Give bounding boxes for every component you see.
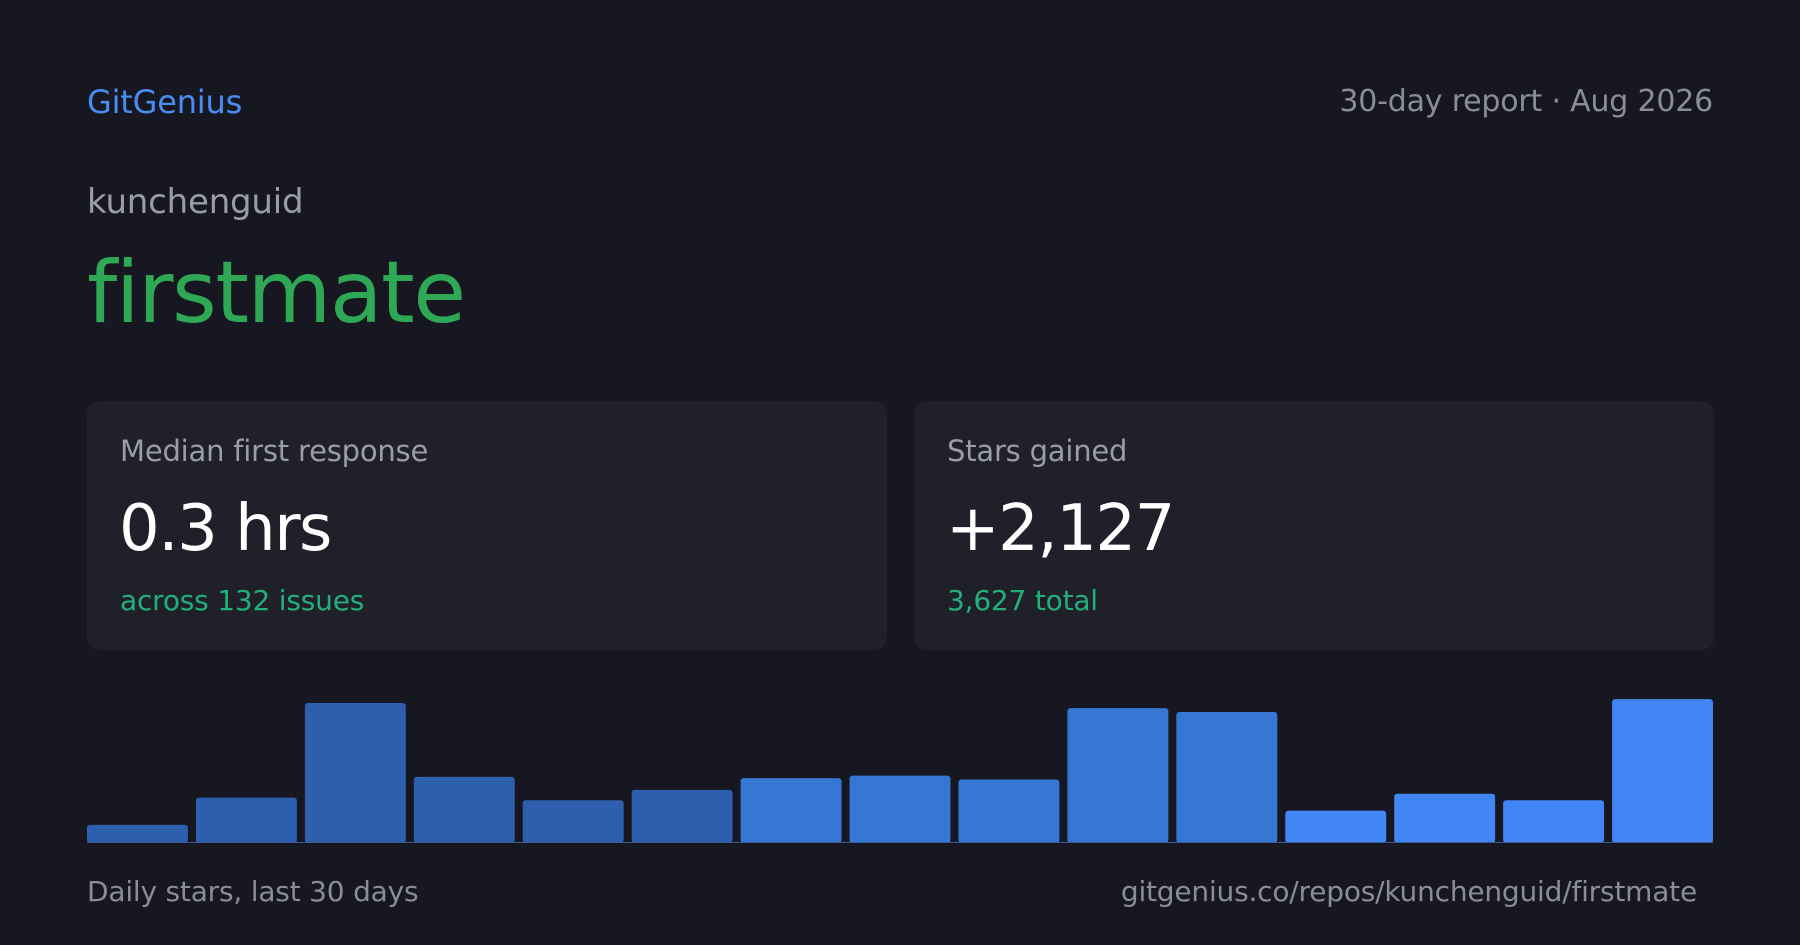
chart-bar [1612,699,1713,843]
chart-bar [1394,793,1496,843]
chart-bar [522,800,624,843]
stat-label: Stars gained [947,434,1128,468]
repo-owner: kunchenguid [87,182,304,222]
report-period-label: 30-day report · Aug 2026 [1339,84,1713,119]
chart-bar [1503,800,1605,843]
chart-bar [1176,712,1278,843]
stat-subtext: across 132 issues [120,584,365,617]
chart-bar [631,789,733,843]
report-header: GitGenius 30-day report · Aug 2026 [87,80,1713,124]
chart-bar [740,778,842,843]
chart-bar [1285,810,1387,843]
stat-subtext: 3,627 total [947,584,1098,617]
daily-stars-chart [87,690,1713,843]
stat-value: 0.3 hrs [119,492,332,566]
stat-value: +2,127 [946,492,1175,566]
chart-caption: Daily stars, last 30 days [87,875,419,908]
chart-bar [958,779,1060,843]
chart-bar [413,776,515,843]
repo-url-link[interactable]: gitgenius.co/repos/kunchenguid/firstmate [1121,872,1697,912]
chart-bar [304,702,406,843]
stat-label: Median first response [120,434,429,468]
stat-card-stars-gained: Stars gained +2,127 3,627 total [914,401,1714,650]
daily-stars-bar-chart [87,699,1713,843]
repo-name: firstmate [87,243,466,343]
chart-bar [849,775,951,843]
chart-bar [1067,708,1169,843]
chart-bar [195,797,297,843]
stat-card-median-response: Median first response 0.3 hrs across 132… [87,401,887,650]
report-page: GitGenius 30-day report · Aug 2026 kunch… [87,0,1714,945]
chart-bar [87,824,188,843]
brand-logo-text[interactable]: GitGenius [87,80,242,124]
